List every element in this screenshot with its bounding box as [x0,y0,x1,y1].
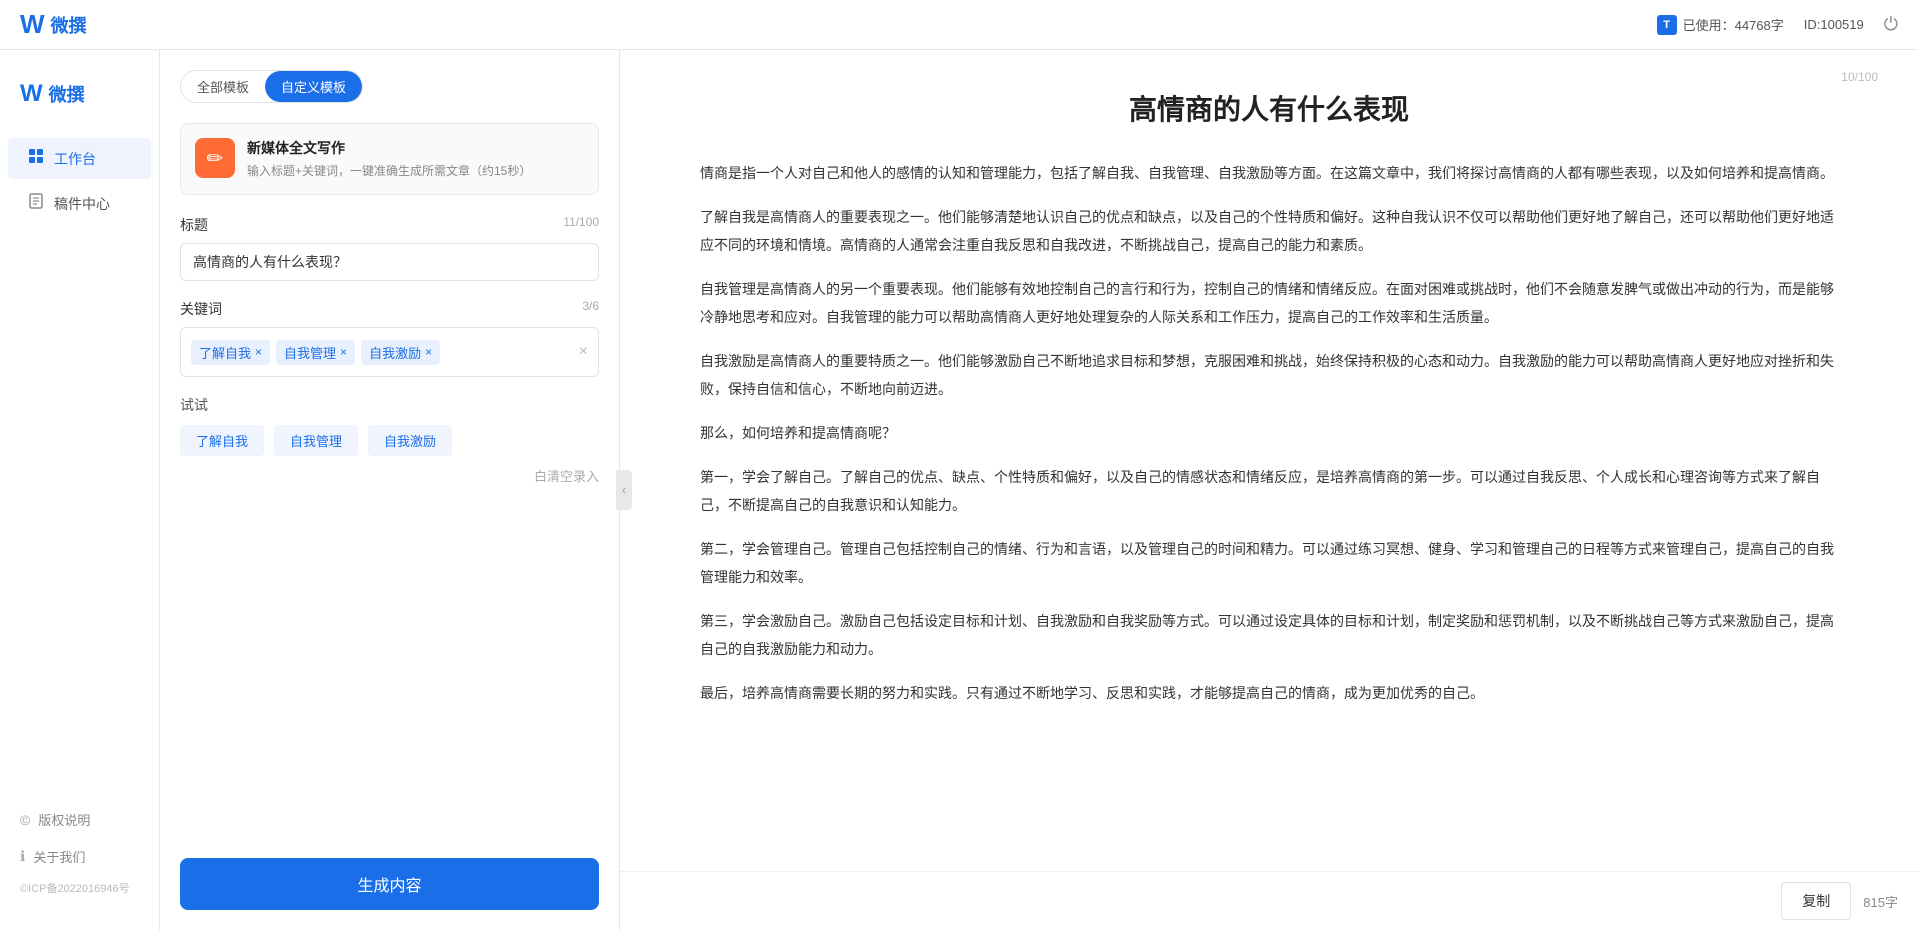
title-input[interactable] [180,243,599,281]
sidebar-bottom: © 版权说明 ℹ 关于我们 ©ICP备2022016946号 [0,802,159,910]
keywords-clear-icon[interactable]: × [579,343,588,361]
keywords-field-label: 关键词 3/6 [180,299,599,319]
keyword-tag-3[interactable]: 自我激励 × [361,340,440,365]
keyword-remove-3[interactable]: × [425,345,432,359]
sidebar-logo-w: W [20,80,43,108]
right-panel: 10/100 高情商的人有什么表现 情商是指一个人对自己和他人的感情的认知和管理… [620,50,1918,930]
article-area: 10/100 高情商的人有什么表现 情商是指一个人对自己和他人的感情的认知和管理… [620,50,1918,871]
right-bottom: 复制 815字 [620,871,1918,930]
usage-text: 已使用：44768字 [1683,15,1784,34]
tab-all[interactable]: 全部模板 [181,71,265,102]
keyword-text-1: 了解自我 [199,343,251,362]
card-title: 新媒体全文写作 [247,138,584,158]
card-desc: 输入标题+关键词，一键准确生成所需文章（约15秒） [247,162,584,180]
card-icon-box: ✏ [195,138,235,178]
article-paragraph: 了解自我是高情商人的重要表现之一。他们能够清楚地认识自己的优点和缺点，以及自己的… [700,203,1838,259]
topbar: W 微撰 T 已使用：44768字 ID:100519 ⏻ [0,0,1918,50]
topbar-left: W 微撰 [20,9,87,40]
topbar-right: T 已使用：44768字 ID:100519 ⏻ [1657,14,1898,35]
sidebar-nav: 工作台 稿件中心 [0,138,159,224]
word-count-badge: 815字 [1863,892,1898,911]
try-btn-2[interactable]: 自我管理 [274,425,358,456]
sidebar-logo-area: W 微撰 [0,70,159,138]
article-paragraph: 第一，学会了解自己。了解自己的优点、缺点、个性特质和偏好，以及自己的情感状态和情… [700,463,1838,519]
card-info: 新媒体全文写作 输入标题+关键词，一键准确生成所需文章（约15秒） [247,138,584,180]
keywords-count: 3/6 [582,299,599,319]
usage-icon: T [1657,15,1677,35]
keyword-remove-2[interactable]: × [340,345,347,359]
logo: W 微撰 [20,9,87,40]
logo-name: 微撰 [51,12,87,38]
keyword-text-2: 自我管理 [284,343,336,362]
about-icon: ℹ [20,848,25,865]
logo-w: W [20,9,45,40]
article-paragraph: 第二，学会管理自己。管理自己包括控制自己的情绪、行为和言语，以及管理自己的时间和… [700,535,1838,591]
icp-text: ©ICP备2022016946号 [8,876,151,900]
article-body: 情商是指一个人对自己和他人的感情的认知和管理能力，包括了解自我、自我管理、自我激… [700,159,1838,707]
sidebar-item-copyright[interactable]: © 版权说明 [8,802,151,837]
keyword-remove-1[interactable]: × [255,345,262,359]
article-paragraph: 第三，学会激励自己。激励自己包括设定目标和计划、自我激励和自我奖励等方式。可以通… [700,607,1838,663]
sidebar: W 微撰 工作台 [0,50,160,930]
try-btn-1[interactable]: 了解自我 [180,425,264,456]
copyright-icon: © [20,812,30,828]
sidebar-item-workbench[interactable]: 工作台 [8,138,151,179]
keywords-label-text: 关键词 [180,299,222,319]
try-buttons: 了解自我 自我管理 自我激励 [180,425,599,456]
sidebar-label-drafts: 稿件中心 [54,194,110,214]
clear-link[interactable]: 白清空录入 [180,466,599,485]
card-icon: ✏ [207,146,224,171]
generate-button[interactable]: 生成内容 [180,858,599,910]
article-page-count: 10/100 [1841,70,1878,84]
sidebar-item-drafts[interactable]: 稿件中心 [8,183,151,224]
drafts-icon [28,193,44,214]
article-paragraph: 那么，如何培养和提高情商呢？ [700,419,1838,447]
title-label-text: 标题 [180,215,208,235]
title-count: 11/100 [563,215,599,235]
topbar-id: ID:100519 [1804,17,1864,32]
keywords-area[interactable]: 了解自我 × 自我管理 × 自我激励 × × [180,327,599,377]
workbench-icon [28,148,44,169]
copy-button[interactable]: 复制 [1781,882,1851,920]
tab-custom[interactable]: 自定义模板 [265,71,362,102]
article-title: 高情商的人有什么表现 [700,90,1838,129]
title-field-label: 标题 11/100 [180,215,599,235]
sidebar-label-workbench: 工作台 [54,149,96,169]
content-area: 全部模板 自定义模板 ✏ 新媒体全文写作 输入标题+关键词，一键准确生成所需文章… [160,50,1918,930]
template-card: ✏ 新媒体全文写作 输入标题+关键词，一键准确生成所需文章（约15秒） [180,123,599,195]
sidebar-item-about[interactable]: ℹ 关于我们 [8,839,151,874]
keyword-tag-1[interactable]: 了解自我 × [191,340,270,365]
power-icon[interactable]: ⏻ [1884,14,1898,35]
article-paragraph: 自我激励是高情商人的重要特质之一。他们能够激励自己不断地追求目标和梦想，克服困难… [700,347,1838,403]
article-paragraph: 情商是指一个人对自己和他人的感情的认知和管理能力，包括了解自我、自我管理、自我激… [700,159,1838,187]
keyword-text-3: 自我激励 [369,343,421,362]
article-paragraph: 最后，培养高情商需要长期的努力和实践。只有通过不断地学习、反思和实践，才能够提高… [700,679,1838,707]
left-panel: 全部模板 自定义模板 ✏ 新媒体全文写作 输入标题+关键词，一键准确生成所需文章… [160,50,620,930]
collapse-arrow[interactable]: ‹ [616,470,632,510]
main-layout: W 微撰 工作台 [0,50,1918,930]
try-btn-3[interactable]: 自我激励 [368,425,452,456]
sidebar-logo: W 微撰 [20,80,139,108]
article-paragraph: 自我管理是高情商人的另一个重要表现。他们能够有效地控制自己的言行和行为，控制自己… [700,275,1838,331]
try-label: 试试 [180,395,599,415]
topbar-usage: T 已使用：44768字 [1657,15,1784,35]
about-label: 关于我们 [33,847,85,866]
keyword-tag-2[interactable]: 自我管理 × [276,340,355,365]
copyright-label: 版权说明 [38,810,90,829]
template-tabs: 全部模板 自定义模板 [180,70,363,103]
sidebar-logo-text: 微撰 [49,81,85,107]
